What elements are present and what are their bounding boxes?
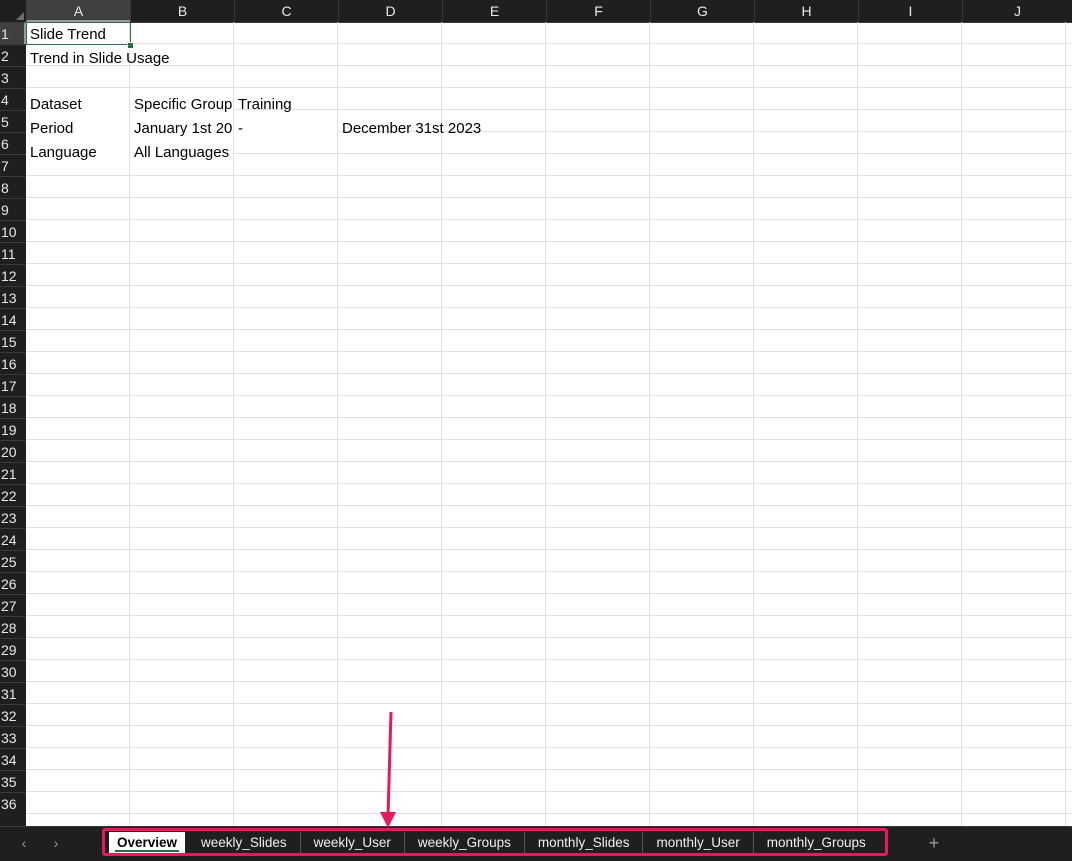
select-all-triangle-icon (16, 12, 24, 20)
row-header-2[interactable]: 2 (0, 44, 26, 66)
row-header-31[interactable]: 31 (0, 682, 26, 704)
row-header-27[interactable]: 27 (0, 594, 26, 616)
cell-c5[interactable]: - (234, 117, 337, 139)
row-header-19[interactable]: 19 (0, 418, 26, 440)
column-header-e[interactable]: E (442, 0, 546, 22)
column-header-f[interactable]: F (546, 0, 650, 22)
column-header-d[interactable]: D (338, 0, 442, 22)
sheet-tab-weekly-user[interactable]: weekly_User (301, 832, 405, 854)
row-header-6[interactable]: 6 (0, 132, 26, 154)
row-header-4[interactable]: 4 (0, 88, 26, 110)
row-header-25[interactable]: 25 (0, 550, 26, 572)
cell-a5[interactable]: Period (26, 117, 129, 139)
sheet-tab-weekly-slides[interactable]: weekly_Slides (188, 832, 301, 854)
cell-b4[interactable]: Specific Group (130, 93, 233, 115)
row-header-17[interactable]: 17 (0, 374, 26, 396)
row-header-12[interactable]: 12 (0, 264, 26, 286)
row-header-9[interactable]: 9 (0, 198, 26, 220)
cell-d5[interactable]: December 31st 2023 (338, 117, 544, 139)
cell-b6[interactable]: All Languages (130, 141, 233, 163)
row-header-11[interactable]: 11 (0, 242, 26, 264)
row-header-14[interactable]: 14 (0, 308, 26, 330)
row-header-22[interactable]: 22 (0, 484, 26, 506)
cell-a6[interactable]: Language (26, 141, 129, 163)
column-header-h[interactable]: H (754, 0, 858, 22)
row-header-5[interactable]: 5 (0, 110, 26, 132)
sheet-tab-weekly-groups[interactable]: weekly_Groups (405, 832, 525, 854)
column-header-c[interactable]: C (234, 0, 338, 22)
cell-a4[interactable]: Dataset (26, 93, 129, 115)
column-header-i[interactable]: I (858, 0, 962, 22)
sheet-tabs: Overview weekly_Slides weekly_User weekl… (105, 828, 879, 858)
row-header-3[interactable]: 3 (0, 66, 26, 88)
sheet-tab-monthly-user[interactable]: monthly_User (643, 832, 754, 854)
cell-b5[interactable]: January 1st 2023 (130, 117, 233, 139)
column-header-j[interactable]: J (962, 0, 1072, 22)
cell-a2[interactable]: Trend in Slide Usage (26, 47, 232, 69)
row-header-18[interactable]: 18 (0, 396, 26, 418)
sheet-tab-bar: ‹ › Overview weekly_Slides weekly_User w… (0, 826, 1072, 861)
row-header-8[interactable]: 8 (0, 176, 26, 198)
row-header-32[interactable]: 32 (0, 704, 26, 726)
row-header-26[interactable]: 26 (0, 572, 26, 594)
row-header-1[interactable]: 1 (0, 22, 26, 44)
row-header-35[interactable]: 35 (0, 770, 26, 792)
column-header-g[interactable]: G (650, 0, 754, 22)
row-header-7[interactable]: 7 (0, 154, 26, 176)
sheet-tab-overview[interactable]: Overview (109, 832, 186, 854)
column-header-bar: A B C D E F G H I J (0, 0, 1072, 23)
row-header-24[interactable]: 24 (0, 528, 26, 550)
column-header-b[interactable]: B (130, 0, 234, 22)
cell-grid[interactable]: Slide Trend Trend in Slide Usage Dataset… (26, 22, 1072, 826)
row-header-34[interactable]: 34 (0, 748, 26, 770)
row-header-15[interactable]: 15 (0, 330, 26, 352)
cell-a1[interactable]: Slide Trend (26, 23, 129, 45)
fill-handle[interactable] (127, 42, 134, 49)
next-sheet-icon[interactable]: › (48, 835, 64, 851)
row-header-28[interactable]: 28 (0, 616, 26, 638)
sheet-tab-monthly-slides[interactable]: monthly_Slides (525, 832, 644, 854)
row-header-21[interactable]: 21 (0, 462, 26, 484)
row-header-16[interactable]: 16 (0, 352, 26, 374)
cell-c4[interactable]: Training (234, 93, 337, 115)
row-header-30[interactable]: 30 (0, 660, 26, 682)
row-header-20[interactable]: 20 (0, 440, 26, 462)
row-header-29[interactable]: 29 (0, 638, 26, 660)
column-header-a[interactable]: A (26, 0, 130, 22)
sheet-tab-monthly-groups[interactable]: monthly_Groups (754, 832, 879, 854)
prev-sheet-icon[interactable]: ‹ (16, 835, 32, 851)
row-header-33[interactable]: 33 (0, 726, 26, 748)
row-header-10[interactable]: 10 (0, 220, 26, 242)
row-header-bar: 1 2 3 4 5 6 7 8 9 10 11 12 13 14 15 16 17 18 19 20 21 22 23 24 2… (0, 22, 26, 826)
row-header-13[interactable]: 13 (0, 286, 26, 308)
add-sheet-icon[interactable]: + (925, 834, 943, 852)
row-header-36[interactable]: 36 (0, 792, 26, 814)
select-all-corner[interactable] (0, 0, 26, 22)
row-header-23[interactable]: 23 (0, 506, 26, 528)
